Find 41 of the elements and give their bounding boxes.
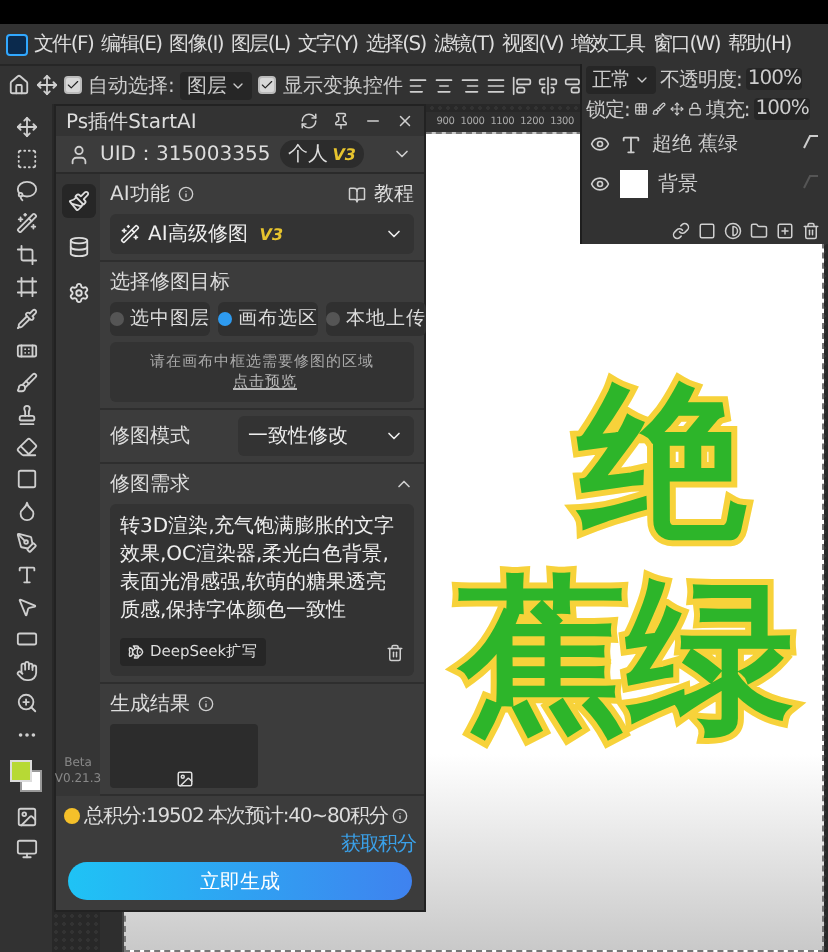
menu-item[interactable]: 滤镜(T)	[431, 30, 496, 58]
feature-dropdown[interactable]: AI高级修图 V3	[110, 214, 414, 254]
fill-label: 填充:	[705, 97, 750, 123]
layer-name[interactable]: 超绝 蕉绿	[652, 130, 739, 158]
section-label: 生成结果	[110, 691, 190, 718]
radio-option[interactable]: 选中图层	[110, 302, 210, 336]
checkbox-label: 显示变换控件	[282, 73, 403, 99]
menu-item[interactable]: 增效工具	[568, 30, 647, 58]
section-label: 修图模式	[110, 423, 190, 450]
canvas-text: 蕉绿	[458, 559, 794, 753]
menu-item[interactable]: 编辑(E)	[99, 30, 164, 58]
opacity-label: 不透明度:	[660, 67, 742, 93]
layer-name[interactable]: 背景	[658, 170, 698, 198]
lock-label: 锁定:	[586, 97, 630, 123]
menu-item[interactable]: 帮助(H)	[726, 30, 793, 58]
radio-option[interactable]: 画布选区	[218, 302, 318, 336]
section-label: AI功能	[110, 181, 170, 208]
radio-option[interactable]: 本地上传	[326, 302, 426, 336]
menu-item[interactable]: 视图(V)	[499, 30, 565, 58]
panel-title: Ps插件StartAI	[66, 109, 197, 135]
menu-item[interactable]: 图层(L)	[228, 30, 292, 58]
blend-mode-dropdown[interactable]: 正常	[586, 65, 656, 93]
section-label: 修图需求	[110, 471, 190, 498]
tutorial-link[interactable]: 教程	[374, 180, 414, 208]
canvas-text: 绝	[574, 366, 746, 560]
points-estimate: 本次预计:40~80积分	[207, 803, 388, 830]
user-id: UID：315003355	[100, 142, 271, 168]
get-points-link[interactable]: 获取积分	[340, 830, 416, 858]
fill-field[interactable]: 100%	[753, 98, 811, 120]
points-total: 总积分:19502	[84, 803, 204, 830]
section-label: 选择修图目标	[110, 269, 232, 296]
menu-item[interactable]: 选择(S)	[363, 30, 428, 58]
target-dropdown[interactable]: 图层	[180, 71, 253, 99]
menu-item[interactable]: 文字(Y)	[295, 30, 360, 58]
plan-badge: 个人 V3	[280, 140, 364, 168]
mode-dropdown[interactable]: 一致性修改	[238, 416, 414, 456]
menu-item[interactable]: 文件(F)	[32, 30, 96, 58]
checkbox-label: 自动选择:	[88, 73, 175, 99]
menu-item[interactable]: 图像(I)	[167, 30, 225, 58]
menu-item[interactable]: 窗口(W)	[650, 30, 722, 58]
opacity-field[interactable]: 100%	[745, 68, 803, 90]
